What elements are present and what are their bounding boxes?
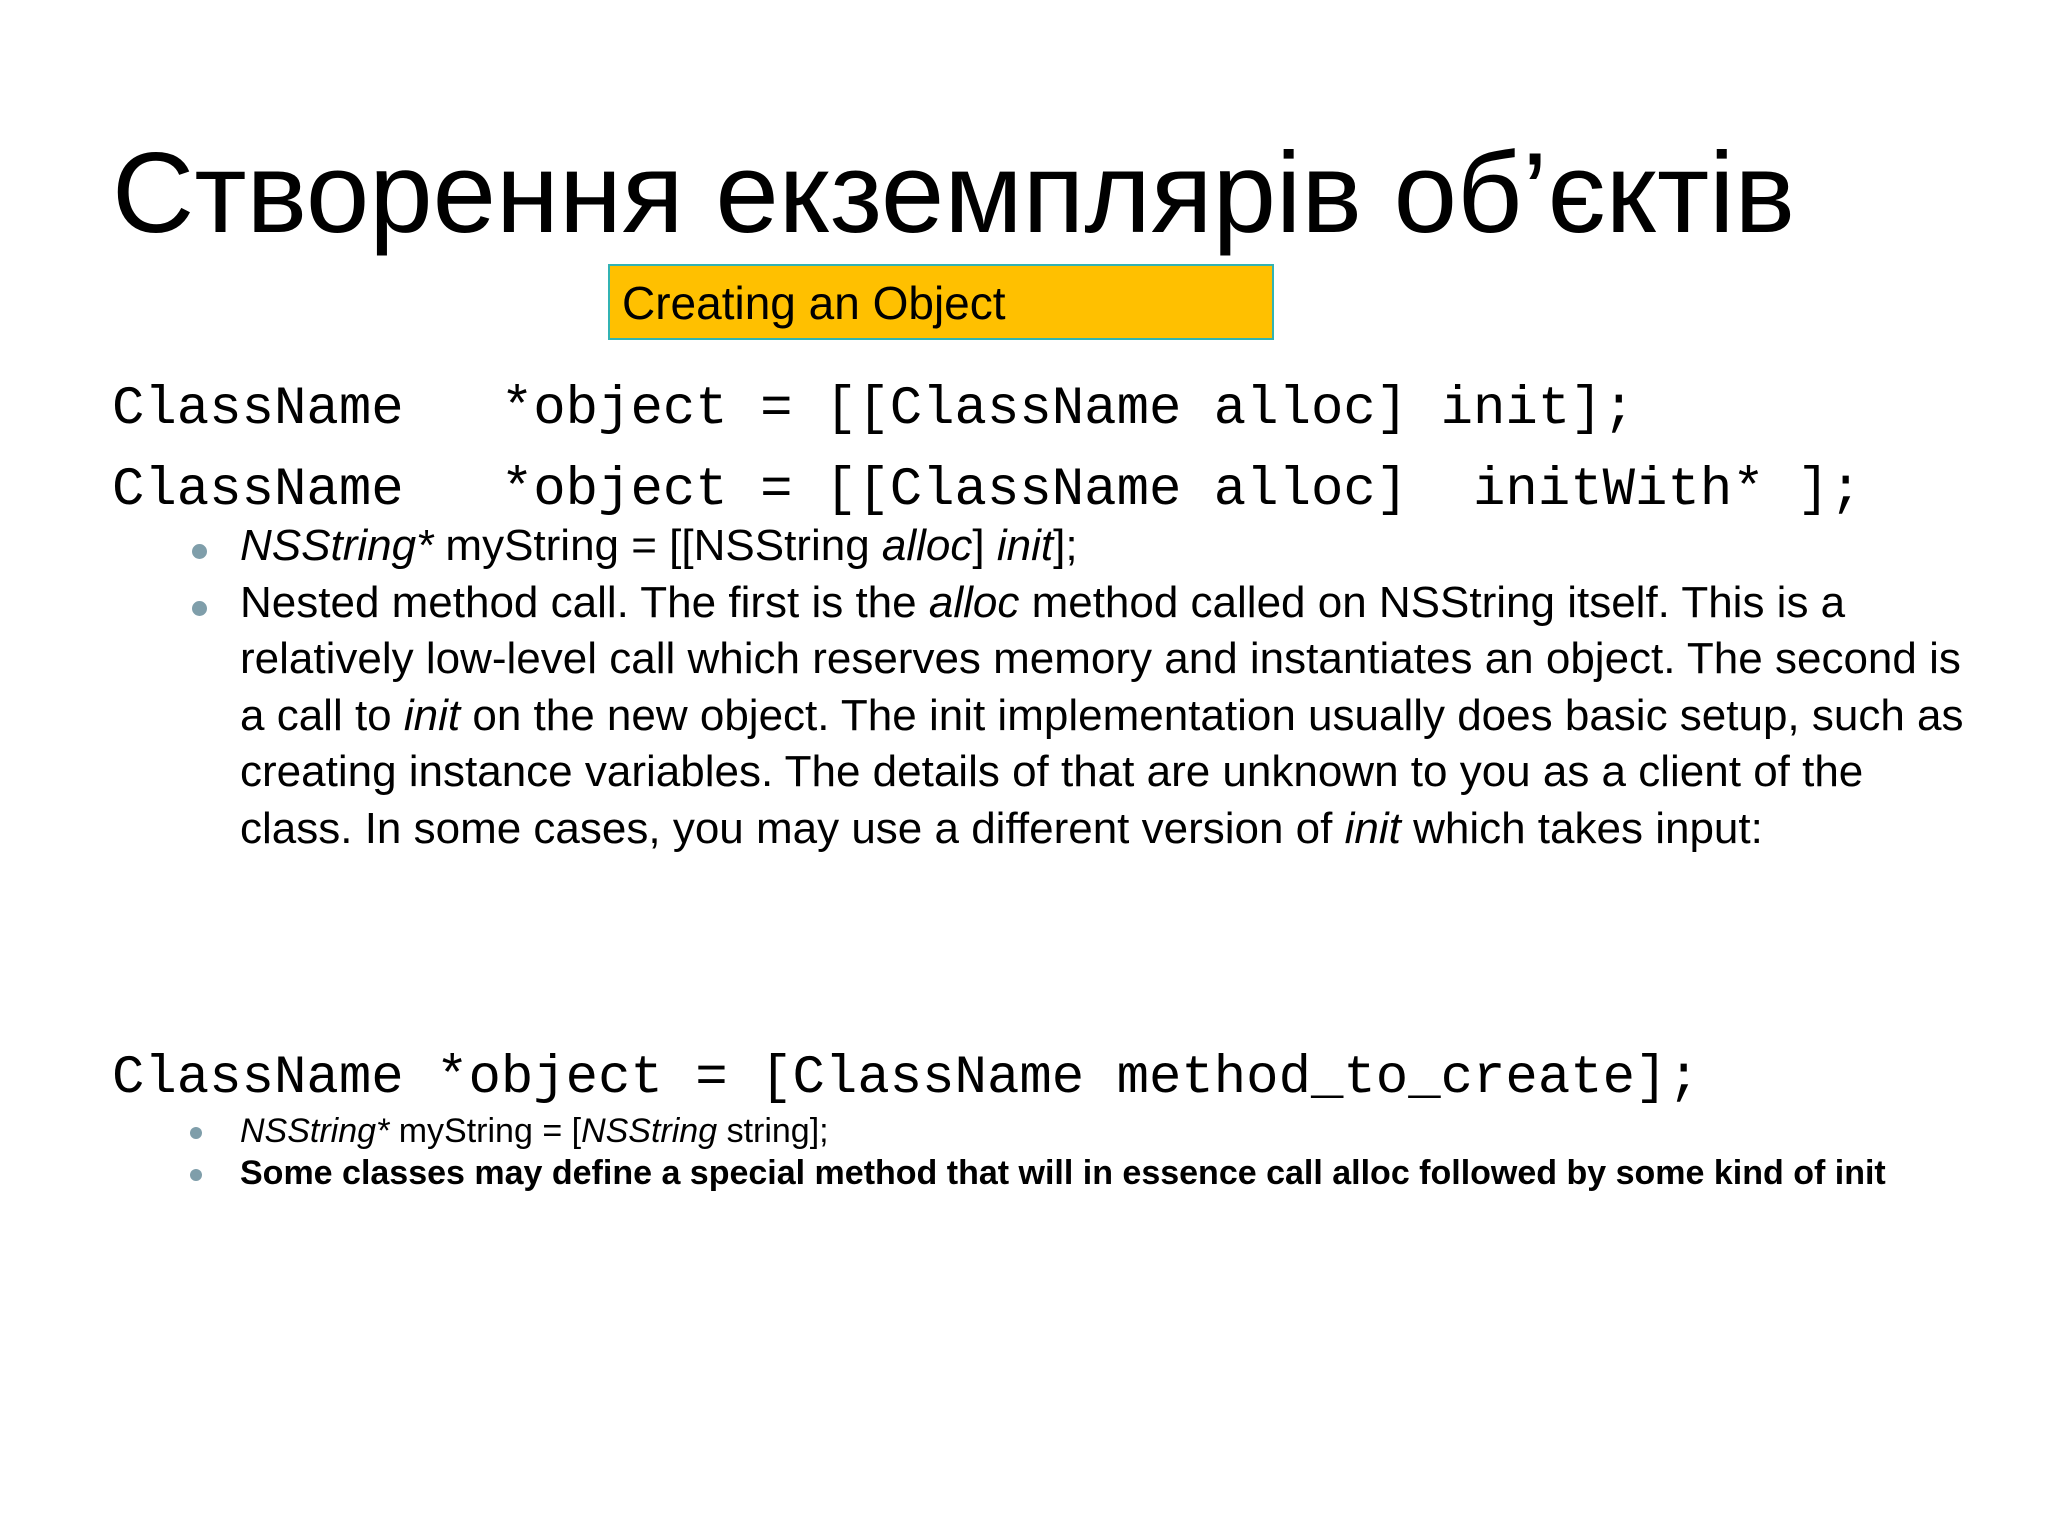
text-italic: NSString* (240, 1112, 390, 1150)
slide-title: Створення екземплярів об’єктів (112, 130, 1796, 257)
text-italic: init (996, 521, 1054, 570)
text-italic: alloc (928, 577, 1020, 627)
text: myString = [ (389, 1112, 582, 1150)
text-italic: NSString* (240, 521, 434, 570)
creating-object-label: Creating an Object (608, 264, 1274, 340)
text: myString = [[NSString (433, 521, 882, 570)
text: Nested method call. The first is the (240, 577, 929, 627)
text-italic: init (1344, 803, 1401, 853)
bullet-item-nsstring-example: NSString* myString = [[NSString alloc] i… (192, 518, 1980, 575)
bullet-item-nsstring-string-example: NSString* myString = [NSString string]; (190, 1110, 1960, 1152)
text: which takes input: (1400, 803, 1763, 853)
code-line-alloc-init: ClassName *object = [[ClassName alloc] i… (112, 379, 1636, 440)
bullet-item-special-method-note: Some classes may define a special method… (190, 1152, 1960, 1194)
code-line-alloc-initwith: ClassName *object = [[ClassName alloc] i… (112, 460, 1862, 521)
text: ]; (1053, 521, 1078, 570)
code-line-method-to-create: ClassName *object = [ClassName method_to… (112, 1048, 1700, 1109)
text-italic: alloc (881, 521, 973, 570)
bullet-list-alloc-init: NSString* myString = [[NSString alloc] i… (192, 518, 1980, 858)
text-italic: NSString (581, 1112, 718, 1150)
bullet-item-nested-call-explanation: Nested method call. The first is the all… (192, 575, 1980, 858)
text: ] (972, 521, 997, 570)
bullet-list-method-to-create: NSString* myString = [NSString string]; … (190, 1110, 1960, 1194)
text-italic: init (403, 690, 461, 740)
text: string]; (717, 1112, 829, 1150)
